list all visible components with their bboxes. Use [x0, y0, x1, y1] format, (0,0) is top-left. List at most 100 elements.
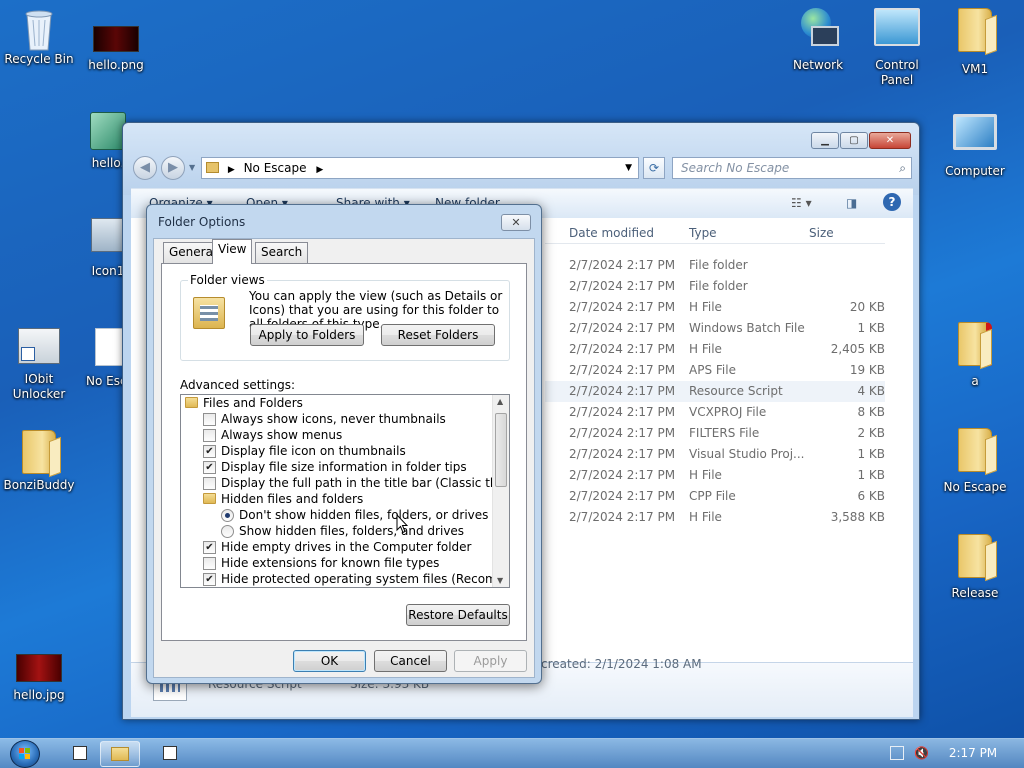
recent-pages-chevron-icon[interactable]: ▼	[189, 163, 195, 172]
scroll-up-icon[interactable]: ▲	[497, 397, 503, 406]
refresh-icon[interactable]: ⟳	[643, 157, 665, 179]
search-input[interactable]: Search No Escape ⌕	[672, 157, 912, 179]
radio-unselected[interactable]	[221, 525, 234, 538]
scroll-down-icon[interactable]: ▼	[497, 576, 503, 585]
advanced-settings-tree[interactable]: Files and Folders Always show icons, nev…	[180, 394, 510, 588]
vertical-scrollbar[interactable]: ▲ ▼	[492, 395, 509, 587]
breadcrumb-chevron-icon[interactable]: ▶	[316, 165, 323, 175]
checkbox-unchecked[interactable]	[203, 557, 216, 570]
column-header-size[interactable]: Size	[809, 226, 834, 240]
tab-search[interactable]: Search	[255, 242, 309, 263]
breadcrumb-separator-icon[interactable]: ▶	[228, 165, 235, 175]
table-row[interactable]: 2/7/2024 2:17 PM H File 2,405 KB	[545, 339, 885, 360]
address-bar[interactable]: ▶ No Escape ▶ ▼	[201, 157, 639, 179]
column-header-type[interactable]: Type	[689, 226, 717, 240]
table-row[interactable]: 2/7/2024 2:17 PM FILTERS File 2 KB	[545, 423, 885, 444]
minimize-button[interactable]: ▁	[811, 132, 839, 149]
desktop-icon-label: a	[971, 374, 979, 388]
search-icon[interactable]: ⌕	[899, 158, 906, 178]
row-size: 6 KB	[857, 489, 885, 503]
forward-button[interactable]: ▶	[161, 156, 185, 180]
table-row[interactable]: 2/7/2024 2:17 PM Windows Batch File 1 KB	[545, 318, 885, 339]
apply-to-folders-button[interactable]: Apply to Folders	[250, 324, 364, 346]
table-row[interactable]: 2/7/2024 2:17 PM H File 3,588 KB	[545, 507, 885, 528]
group-label: Hidden files and folders	[221, 492, 364, 506]
row-size: 8 KB	[857, 405, 885, 419]
desktop-icon-hello-png[interactable]: hello.png	[77, 8, 155, 73]
row-date: 2/7/2024 2:17 PM	[569, 468, 676, 482]
checkbox-checked-icon[interactable]: ✔	[203, 541, 216, 554]
desktop-icon-bonzibuddy[interactable]: BonziBuddy	[0, 430, 78, 493]
preview-pane-icon[interactable]: ◨	[846, 196, 857, 210]
desktop-icon-no-escape[interactable]: No Escape	[936, 428, 1014, 495]
restore-defaults-button[interactable]: Restore Defaults	[406, 604, 510, 626]
desktop-icon-label: Icon1	[91, 264, 125, 278]
reset-folders-button[interactable]: Reset Folders	[381, 324, 495, 346]
table-row[interactable]: 2/7/2024 2:17 PM Visual Studio Proj... 1 K…	[545, 444, 885, 465]
image-thumbnail-icon	[16, 654, 62, 682]
maximize-button[interactable]: ▢	[840, 132, 868, 149]
desktop-icon-vm1[interactable]: VM1	[936, 8, 1014, 77]
row-date: 2/7/2024 2:17 PM	[569, 258, 676, 272]
checkbox-checked-icon[interactable]: ✔	[203, 573, 216, 586]
checkbox-unchecked[interactable]	[203, 477, 216, 490]
taskbar-app-resource[interactable]	[60, 741, 100, 767]
desktop-icon-network[interactable]: Network	[779, 8, 857, 73]
row-type: APS File	[689, 363, 736, 377]
taskbar-app-explorer[interactable]	[100, 741, 140, 767]
clock[interactable]: 2:17 PM	[940, 746, 1006, 760]
table-row-selected[interactable]: 2/7/2024 2:17 PM Resource Script 4 KB	[545, 381, 885, 402]
help-icon[interactable]: ?	[883, 193, 901, 211]
row-size: 1 KB	[857, 468, 885, 482]
row-type: H File	[689, 510, 722, 524]
table-row[interactable]: 2/7/2024 2:17 PM VCXPROJ File 8 KB	[545, 402, 885, 423]
action-center-icon[interactable]	[890, 746, 904, 760]
table-row[interactable]: 2/7/2024 2:17 PM APS File 19 KB	[545, 360, 885, 381]
desktop-icon-control-panel[interactable]: Control Panel	[858, 8, 936, 88]
folder-icon	[958, 534, 992, 578]
radio-selected[interactable]	[221, 509, 234, 522]
breadcrumb-no-escape[interactable]: No Escape	[244, 161, 307, 175]
desktop-icon-a[interactable]: a	[936, 322, 1014, 389]
row-size: 19 KB	[849, 363, 885, 377]
desktop-icon-release[interactable]: Release	[936, 534, 1014, 601]
back-button[interactable]: ◀	[133, 156, 157, 180]
table-row[interactable]: 2/7/2024 2:17 PM H File 20 KB	[545, 297, 885, 318]
taskbar-app-other[interactable]	[150, 741, 190, 767]
row-type: Visual Studio Proj...	[689, 447, 805, 461]
apply-button[interactable]: Apply	[454, 650, 527, 672]
close-icon[interactable]: ✕	[501, 214, 531, 231]
ok-button[interactable]: OK	[293, 650, 366, 672]
address-dropdown-icon[interactable]: ▼	[625, 158, 632, 178]
desktop-icon-label: Recycle Bin	[4, 52, 74, 66]
scroll-thumb[interactable]	[495, 413, 507, 487]
desktop-icon-label: BonziBuddy	[3, 478, 75, 492]
volume-muted-icon[interactable]: 🔇	[914, 746, 930, 760]
desktop-icon-recycle-bin[interactable]: Recycle Bin	[0, 8, 78, 67]
folder-icon	[958, 428, 992, 472]
table-row[interactable]: 2/7/2024 2:17 PM File folder	[545, 255, 885, 276]
start-button[interactable]	[10, 740, 40, 768]
table-row[interactable]: 2/7/2024 2:17 PM CPP File 6 KB	[545, 486, 885, 507]
image-thumbnail-icon	[93, 26, 139, 52]
table-row[interactable]: 2/7/2024 2:17 PM H File 1 KB	[545, 465, 885, 486]
desktop-icon-hello-jpg[interactable]: hello.jpg	[0, 654, 78, 703]
window-controls: ▁ ▢ ✕	[810, 132, 911, 149]
desktop-icon-iobit-unlocker[interactable]: IObit Unlocker	[0, 328, 78, 402]
group-label: Files and Folders	[203, 396, 303, 410]
row-size: 4 KB	[857, 384, 885, 398]
folder-icon	[206, 162, 219, 173]
checkbox-unchecked[interactable]	[203, 429, 216, 442]
close-button[interactable]: ✕	[869, 132, 911, 149]
view-options-icon[interactable]: ☷ ▾	[791, 196, 812, 210]
desktop-icon-computer[interactable]: Computer	[936, 114, 1014, 179]
checkbox-unchecked[interactable]	[203, 413, 216, 426]
checkbox-checked-icon[interactable]: ✔	[203, 461, 216, 474]
column-header-date[interactable]: Date modified	[569, 226, 654, 240]
tab-view[interactable]: View	[212, 239, 253, 264]
folder-options-dialog[interactable]: Folder Options ✕ General View Search Fol…	[146, 204, 542, 684]
row-date: 2/7/2024 2:17 PM	[569, 321, 676, 335]
table-row[interactable]: 2/7/2024 2:17 PM File folder	[545, 276, 885, 297]
cancel-button[interactable]: Cancel	[374, 650, 447, 672]
checkbox-checked-icon[interactable]: ✔	[203, 445, 216, 458]
